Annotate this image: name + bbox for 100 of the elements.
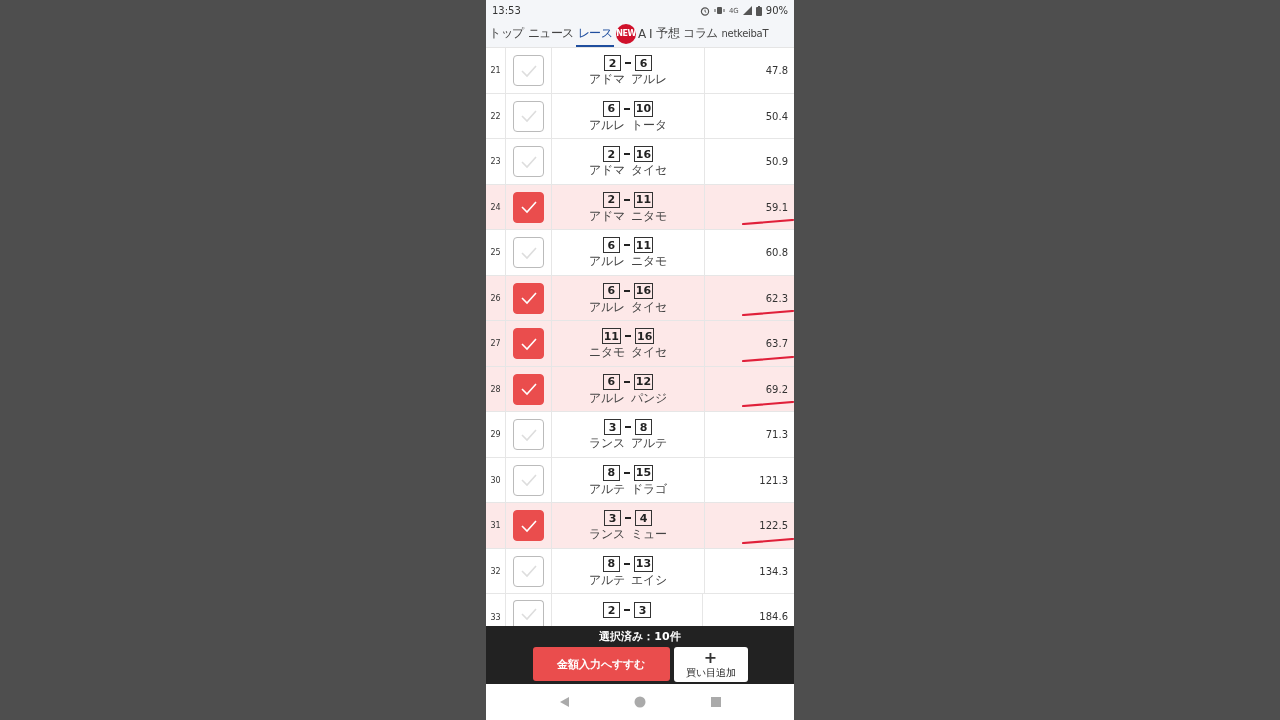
battery-icon bbox=[755, 5, 762, 16]
check-icon bbox=[519, 606, 538, 621]
checkbox[interactable] bbox=[513, 464, 544, 496]
checkbox[interactable] bbox=[513, 146, 544, 178]
horse-number: 13 bbox=[633, 555, 654, 572]
odds-value: 50.4 bbox=[765, 110, 788, 122]
row-number: 23 bbox=[489, 156, 502, 169]
horse-name: タイセ bbox=[631, 163, 667, 178]
row-number: 24 bbox=[489, 201, 502, 214]
checkbox[interactable] bbox=[513, 100, 544, 132]
check-icon bbox=[519, 291, 538, 306]
check-icon bbox=[519, 427, 538, 442]
row-number: 30 bbox=[489, 474, 502, 487]
horse-number: 6 bbox=[602, 237, 620, 254]
nav-tab[interactable]: コラム bbox=[681, 21, 720, 48]
checkbox[interactable] bbox=[513, 373, 544, 405]
nav-tab[interactable]: 予想 bbox=[654, 21, 682, 48]
checkbox[interactable] bbox=[513, 600, 544, 627]
recents-icon[interactable] bbox=[710, 696, 722, 709]
check-icon bbox=[519, 245, 538, 260]
horse-number: 11 bbox=[601, 328, 621, 345]
horse-name: アルレ bbox=[589, 390, 625, 405]
horse-number: 3 bbox=[604, 510, 621, 527]
horse-name: アルテ bbox=[589, 481, 625, 496]
horse-number: 16 bbox=[633, 146, 654, 163]
check-icon bbox=[519, 63, 538, 78]
check-icon bbox=[519, 564, 538, 579]
check-icon bbox=[519, 518, 538, 533]
checkbox[interactable] bbox=[513, 419, 544, 451]
horse-name: ランス bbox=[589, 436, 625, 451]
odds-value: 121.3 bbox=[759, 474, 788, 486]
dash-mark bbox=[623, 153, 630, 156]
horse-number: 6 bbox=[602, 282, 620, 299]
dash-mark bbox=[623, 198, 630, 201]
check-icon bbox=[519, 200, 538, 215]
nav-tab[interactable]: netkeibaT bbox=[719, 21, 771, 48]
horse-name: ランス bbox=[589, 527, 625, 542]
checkbox[interactable] bbox=[513, 555, 544, 587]
new-badge: NEW bbox=[616, 23, 636, 44]
proceed-button[interactable]: 金額入力へすすむ bbox=[532, 647, 670, 682]
horse-number: 6 bbox=[635, 55, 652, 72]
checkbox[interactable] bbox=[513, 328, 544, 360]
check-icon bbox=[519, 473, 538, 488]
horse-name: タイセ bbox=[631, 345, 667, 360]
add-bet-button[interactable]: + 買い目追加 bbox=[673, 647, 748, 683]
back-icon[interactable] bbox=[558, 696, 570, 709]
checkbox[interactable] bbox=[513, 237, 544, 269]
odds-value: 134.3 bbox=[759, 565, 788, 577]
horse-name: アルレ bbox=[631, 72, 667, 87]
dash-mark bbox=[623, 380, 630, 383]
checkbox[interactable] bbox=[513, 510, 544, 542]
odds-value: 59.1 bbox=[765, 201, 788, 213]
alarm-icon bbox=[699, 5, 710, 16]
dash-mark bbox=[623, 562, 630, 565]
row-number: 33 bbox=[489, 612, 502, 625]
check-icon bbox=[519, 109, 538, 124]
odds-value: 63.7 bbox=[765, 338, 788, 350]
dash-mark bbox=[624, 609, 630, 612]
horse-number: 2 bbox=[603, 602, 620, 619]
row-number: 25 bbox=[489, 247, 502, 260]
horse-number: 8 bbox=[602, 555, 620, 572]
horse-name: アドマ bbox=[589, 208, 625, 223]
checkbox[interactable] bbox=[513, 191, 544, 223]
dash-mark bbox=[623, 107, 630, 110]
row-number: 21 bbox=[489, 65, 502, 78]
horse-number: 6 bbox=[602, 100, 620, 117]
check-icon bbox=[519, 336, 538, 351]
nav-tab[interactable]: ニュース bbox=[525, 21, 576, 48]
row-number: 27 bbox=[489, 338, 502, 351]
nav-tab[interactable]: トップ bbox=[487, 21, 526, 48]
signal-icon bbox=[742, 6, 752, 16]
check-icon bbox=[519, 154, 538, 169]
dash-mark bbox=[625, 426, 631, 429]
selection-count: 選択済み：10件 bbox=[599, 629, 681, 645]
horse-number: 3 bbox=[604, 419, 621, 436]
home-icon[interactable] bbox=[634, 696, 646, 709]
odds-value: 69.2 bbox=[765, 383, 788, 395]
checkbox[interactable] bbox=[513, 55, 544, 87]
odds-value: 50.9 bbox=[765, 156, 788, 168]
odds-value: 60.8 bbox=[765, 247, 788, 259]
row-number: 29 bbox=[489, 429, 502, 442]
horse-number: 16 bbox=[635, 328, 655, 345]
horse-name: ニタモ bbox=[631, 208, 667, 223]
horse-name: アルテ bbox=[631, 436, 667, 451]
horse-number: 2 bbox=[602, 146, 620, 163]
nav-tab[interactable]: NEW A I bbox=[614, 21, 655, 48]
horse-number: 15 bbox=[633, 464, 654, 481]
horse-name: ドラゴ bbox=[631, 481, 667, 496]
horse-number: 8 bbox=[602, 464, 620, 481]
horse-name: ニタモ bbox=[631, 254, 667, 269]
horse-number: 3 bbox=[634, 602, 651, 619]
check-icon bbox=[519, 382, 538, 397]
horse-name: パンジ bbox=[631, 390, 667, 405]
horse-name: タイセ bbox=[631, 299, 667, 314]
horse-number: 8 bbox=[635, 419, 652, 436]
clock-time: 13:53 bbox=[492, 5, 521, 17]
odds-value: 62.3 bbox=[765, 292, 788, 304]
checkbox[interactable] bbox=[513, 282, 544, 314]
horse-number: 16 bbox=[633, 282, 654, 299]
horse-name: ニタモ bbox=[589, 345, 625, 360]
